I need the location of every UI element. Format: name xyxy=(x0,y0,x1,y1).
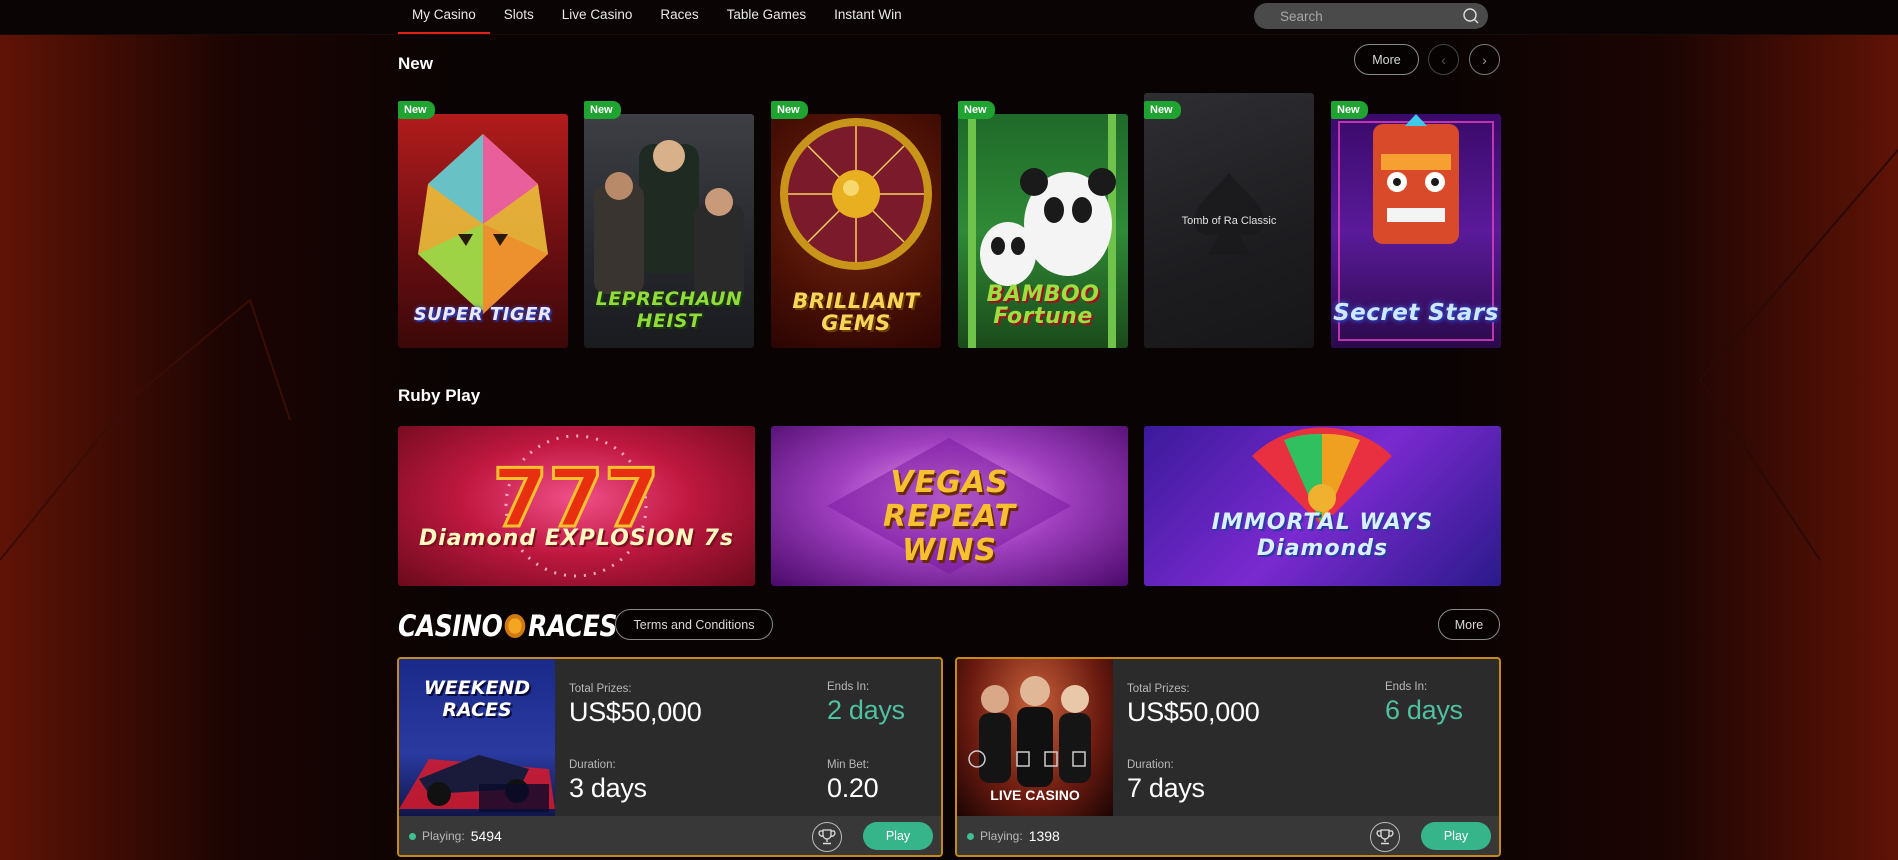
game-tile-leprechaun-heist[interactable]: LEPRECHAUN HEIST xyxy=(584,114,754,348)
new-badge: New xyxy=(584,101,621,119)
chevron-right-icon: › xyxy=(1482,51,1487,68)
total-prizes-label: Total Prizes: xyxy=(1127,683,1190,695)
leaderboard-button[interactable] xyxy=(812,822,842,852)
playing-status: Playing: 1398 xyxy=(967,828,1060,844)
search-input[interactable] xyxy=(1254,3,1444,29)
casino-races-logo: CASINO RACES xyxy=(398,609,617,643)
game-tile-bamboo-fortune[interactable]: BAMBOO Fortune xyxy=(958,114,1128,348)
race-card-weekend: WEEKEND RACES Total Prizes: US$50,000 En… xyxy=(397,657,943,857)
banner-title: IMMORTAL WAYS Diamonds xyxy=(1211,510,1434,561)
total-prizes-label: Total Prizes: xyxy=(569,683,632,695)
leaderboard-button[interactable] xyxy=(1370,822,1400,852)
online-dot-icon xyxy=(967,832,974,840)
new-more-button[interactable]: More xyxy=(1354,44,1419,75)
tab-my-casino[interactable]: My Casino xyxy=(398,0,490,35)
playing-label: Playing: xyxy=(980,829,1023,843)
tab-races[interactable]: Races xyxy=(646,0,712,35)
game-title: BAMBOO Fortune xyxy=(986,282,1100,329)
game-tile-super-tiger[interactable]: SUPER TIGER xyxy=(398,114,568,348)
new-badge: New xyxy=(398,101,435,119)
new-badge: New xyxy=(1144,101,1181,119)
section-title-ruby-play: Ruby Play xyxy=(398,386,481,405)
new-badge: New xyxy=(771,101,808,119)
banner-title: Diamond EXPLOSION 7s xyxy=(418,526,734,551)
duration-value: 7 days xyxy=(1127,773,1205,803)
search-box xyxy=(1254,3,1488,29)
races-more-button[interactable]: More xyxy=(1438,609,1500,640)
game-tile-brilliant-gems[interactable]: BRILLIANT GEMS xyxy=(771,114,941,348)
logo-text-races: RACES xyxy=(528,609,618,643)
playing-count: 5494 xyxy=(470,828,502,844)
tab-table-games[interactable]: Table Games xyxy=(713,0,821,35)
game-title: Secret Stars xyxy=(1333,300,1499,326)
ends-in-value: 6 days xyxy=(1385,695,1463,725)
duration-label: Duration: xyxy=(1127,759,1174,771)
top-nav-bar: My Casino Slots Live Casino Races Table … xyxy=(0,0,1898,35)
game-title: Tomb of Ra Classic xyxy=(1181,214,1277,227)
ends-in-label: Ends In: xyxy=(827,681,870,693)
playing-status: Playing: 5494 xyxy=(409,828,502,844)
playing-count: 1398 xyxy=(1028,828,1060,844)
sevens-artwork: 777 xyxy=(491,434,661,578)
chip-icon xyxy=(504,614,526,638)
game-tile-tomb-of-ra-classic[interactable]: Tomb of Ra Classic xyxy=(1144,93,1314,348)
race-image-title: WEEKEND RACES xyxy=(423,677,531,721)
play-button[interactable]: Play xyxy=(863,822,933,850)
new-badge: New xyxy=(1331,101,1368,119)
total-prizes-value: US$50,000 xyxy=(1127,697,1260,727)
playing-label: Playing: xyxy=(422,829,465,843)
ends-in-label: Ends In: xyxy=(1385,681,1428,693)
min-bet-value: 0.20 xyxy=(827,773,879,803)
game-tile-secret-stars[interactable]: Secret Stars xyxy=(1331,114,1501,348)
section-title-new: New xyxy=(398,54,433,73)
game-title: BRILLIANT GEMS xyxy=(792,289,920,335)
game-title: LEPRECHAUN HEIST xyxy=(595,288,743,332)
race-image-title: LIVE CASINO xyxy=(990,787,1080,803)
ends-in-value: 2 days xyxy=(827,695,905,725)
category-tabs: My Casino Slots Live Casino Races Table … xyxy=(398,0,916,35)
duration-label: Duration: xyxy=(569,759,616,771)
wheel-artwork xyxy=(1252,427,1392,526)
carousel-next-button[interactable]: › xyxy=(1469,44,1500,75)
tab-live-casino[interactable]: Live Casino xyxy=(548,0,647,35)
trophy-icon xyxy=(818,829,836,845)
total-prizes-value: US$50,000 xyxy=(569,697,702,727)
online-dot-icon xyxy=(409,832,416,840)
race-image: LIVE CASINO xyxy=(957,659,1113,816)
game-title: SUPER TIGER xyxy=(413,304,553,325)
chevron-left-icon: ‹ xyxy=(1441,51,1446,68)
race-card-live-casino: LIVE CASINO Total Prizes: US$50,000 Ends… xyxy=(955,657,1501,857)
race-card-footer: Playing: 1398 Play xyxy=(957,816,1499,855)
race-image: WEEKEND RACES xyxy=(399,659,555,816)
duration-value: 3 days xyxy=(569,773,647,803)
game-banner-vegas-repeat-wins[interactable]: VEGAS REPEAT WINS xyxy=(771,426,1128,586)
logo-text-casino: CASINO xyxy=(398,609,503,643)
carousel-prev-button[interactable]: ‹ xyxy=(1428,44,1459,75)
search-icon[interactable] xyxy=(1462,7,1480,25)
tab-instant-win[interactable]: Instant Win xyxy=(820,0,916,35)
banner-title: VEGAS REPEAT WINS xyxy=(883,465,1016,568)
min-bet-label: Min Bet: xyxy=(827,759,870,771)
trophy-icon xyxy=(1376,829,1394,845)
terms-and-conditions-button[interactable]: Terms and Conditions xyxy=(615,609,773,640)
play-button[interactable]: Play xyxy=(1421,822,1491,850)
game-banner-immortal-ways-diamonds[interactable]: IMMORTAL WAYS Diamonds xyxy=(1144,426,1501,586)
tab-slots[interactable]: Slots xyxy=(490,0,548,35)
race-card-footer: Playing: 5494 Play xyxy=(399,816,941,855)
game-banner-diamond-explosion[interactable]: 777 Diamond EXPLOSION 7s xyxy=(398,426,755,586)
new-badge: New xyxy=(958,101,995,119)
